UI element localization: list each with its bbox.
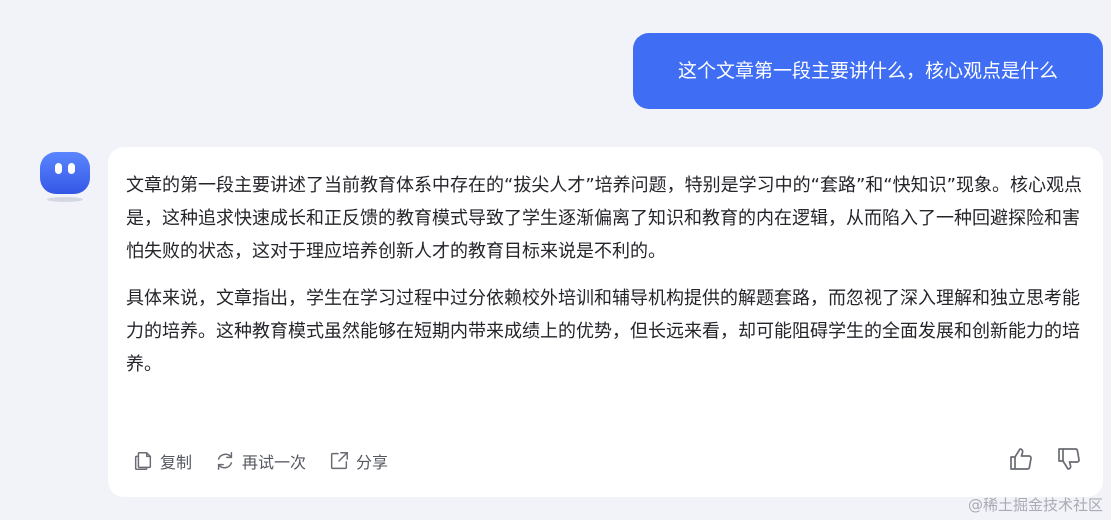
user-message-bubble: 这个文章第一段主要讲什么，核心观点是什么 xyxy=(633,33,1103,109)
thumbs-up-button[interactable] xyxy=(1007,445,1035,473)
robot-face-icon xyxy=(40,152,90,194)
retry-button[interactable]: 再试一次 xyxy=(214,449,306,473)
watermark-text: @稀土掘金技术社区 xyxy=(967,496,1103,514)
share-label: 分享 xyxy=(356,453,389,472)
message-action-bar: 复制 再试一次 分享 xyxy=(132,445,388,477)
assistant-message-card: 文章的第一段主要讲述了当前教育体系中存在的“拔尖人才”培养问题，特别是学习中的“… xyxy=(108,147,1103,497)
refresh-icon xyxy=(217,452,233,470)
avatar-right-eye xyxy=(68,163,75,174)
feedback-buttons xyxy=(1007,445,1083,473)
copy-label: 复制 xyxy=(160,453,193,472)
copy-button[interactable]: 复制 xyxy=(132,449,192,473)
share-icon xyxy=(330,452,349,470)
answer-paragraph-2: 具体来说，文章指出，学生在学习过程中过分依赖校外培训和辅导机构提供的解题套路，而… xyxy=(126,288,1080,375)
share-button[interactable]: 分享 xyxy=(328,449,388,473)
thumbs-up-icon xyxy=(1010,448,1032,470)
avatar-shadow xyxy=(47,197,83,202)
answer-paragraph-1: 文章的第一段主要讲述了当前教育体系中存在的“拔尖人才”培养问题，特别是学习中的“… xyxy=(126,175,1082,262)
copy-icon xyxy=(134,452,152,470)
retry-label: 再试一次 xyxy=(242,453,307,472)
assistant-avatar xyxy=(38,150,92,204)
avatar-left-eye xyxy=(55,163,62,174)
thumbs-down-icon xyxy=(1058,448,1080,470)
thumbs-down-button[interactable] xyxy=(1055,445,1083,473)
